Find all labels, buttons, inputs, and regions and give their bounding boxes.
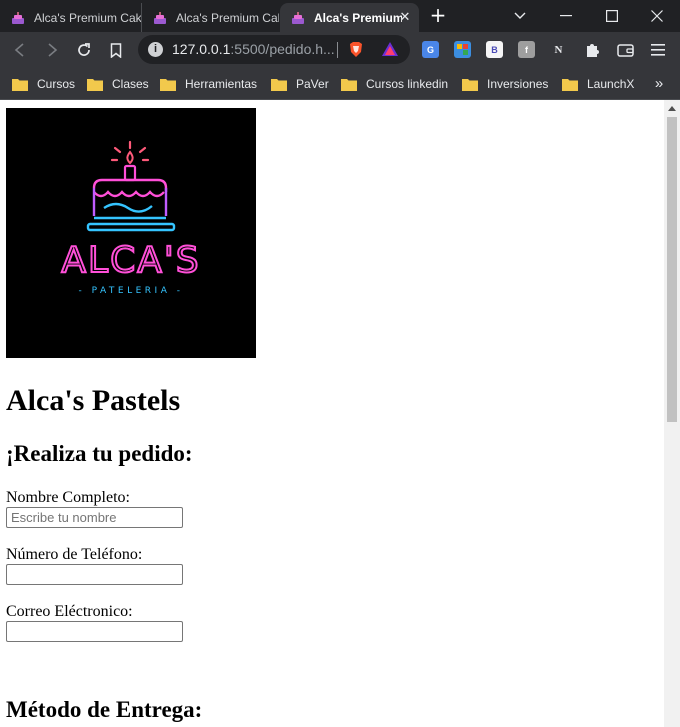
reload-button[interactable] (73, 39, 95, 61)
bookmark-folder-cursos[interactable]: Cursos (12, 74, 75, 94)
bookmarks-bar: Cursos Clases Herramientas PaVer Cursos … (0, 68, 680, 100)
extension-icon[interactable] (454, 41, 471, 58)
tab-search-button[interactable] (497, 0, 543, 32)
scrollbar-thumb[interactable] (667, 117, 677, 422)
forward-arrow-icon (48, 43, 58, 57)
puzzle-icon (587, 44, 599, 57)
address-url: 127.0.0.1:5500/pedido.h... (172, 41, 335, 57)
bookmark-folder-cursos-linkedin[interactable]: Cursos linkedin (341, 74, 448, 94)
cake-favicon-icon (154, 11, 166, 24)
brave-shields-icon[interactable] (348, 41, 364, 58)
bookmark-folder-clases[interactable]: Clases (87, 74, 149, 94)
forward-button[interactable] (41, 39, 63, 61)
reload-icon (78, 43, 90, 56)
browser-tab[interactable]: Alca's Premium Cakes (141, 3, 279, 32)
logo-tagline-text: - PATELERIA - (79, 286, 184, 296)
site-info-icon[interactable]: i (148, 42, 163, 57)
scroll-up-arrow-icon (668, 105, 676, 111)
tab-title: Alca's Premium Cakes (34, 10, 141, 25)
feedly-icon[interactable]: f (518, 41, 535, 58)
bookmark-label: Cursos (37, 77, 76, 91)
tab-title: Alca's Premium Cakes (176, 10, 279, 25)
tab-title: Alca's Premium Cakes (314, 10, 402, 25)
brave-rewards-icon[interactable] (381, 41, 399, 57)
bookmark-folder-herramientas[interactable]: Herramientas (160, 74, 257, 94)
folder-icon (562, 78, 578, 91)
phone-input[interactable] (6, 564, 183, 585)
page-scrollbar[interactable] (664, 100, 680, 727)
chevron-down-icon (514, 12, 526, 19)
close-window-button[interactable] (634, 0, 680, 32)
wallet-button[interactable] (614, 39, 636, 61)
order-heading: ¡Realiza tu pedido: (6, 441, 193, 466)
more-bookmarks-button[interactable]: » (650, 74, 668, 94)
logo-brand-text: ALCA'S (61, 240, 200, 281)
bookmark-label: LaunchX (587, 77, 635, 91)
hamburger-menu-icon (651, 44, 665, 56)
minimize-icon (560, 15, 572, 17)
folder-icon (87, 78, 103, 91)
brand-logo: ALCA'S - PATELERIA - (6, 108, 256, 358)
address-bar[interactable]: i 127.0.0.1:5500/pedido.h... (138, 35, 410, 64)
bookmark-label: PaVer (296, 77, 329, 91)
folder-icon (341, 78, 357, 91)
wallet-icon (616, 44, 634, 57)
delivery-method-heading: Método de Entrega: (6, 697, 203, 722)
back-button[interactable] (9, 39, 31, 61)
bookmark-icon (110, 42, 122, 58)
bookmark-folder-paver[interactable]: PaVer (271, 74, 329, 94)
tab-strip: Alca's Premium Cakes Alca's Premium Cake… (0, 0, 680, 32)
new-tab-button[interactable]: + (428, 5, 448, 25)
bookmark-page-button[interactable] (105, 39, 127, 61)
email-input[interactable] (6, 621, 183, 642)
name-input[interactable] (6, 507, 183, 528)
bookmark-folder-inversiones[interactable]: Inversiones (462, 74, 548, 94)
folder-icon (12, 78, 28, 91)
maximize-button[interactable] (589, 0, 635, 32)
name-label: Nombre Completo: (6, 489, 130, 506)
omnibox-divider (337, 42, 338, 58)
page-title: Alca's Pastels (6, 384, 181, 417)
notion-icon[interactable]: N (550, 41, 567, 58)
phone-label: Número de Teléfono: (6, 546, 143, 563)
cake-favicon-icon (292, 11, 304, 24)
bookmark-label: Herramientas (185, 77, 258, 91)
bookmark-label: Cursos linkedin (366, 77, 449, 91)
close-icon (651, 10, 663, 22)
browser-tab[interactable]: Alca's Premium Cakes (0, 3, 141, 32)
email-label: Correo Eléctronico: (6, 603, 133, 620)
close-tab-icon[interactable]: ✕ (397, 9, 413, 25)
browser-toolbar: i 127.0.0.1:5500/pedido.h... G B f N (0, 32, 680, 68)
folder-icon (462, 78, 478, 91)
bold-b-icon[interactable]: B (486, 41, 503, 58)
scroll-up-button[interactable] (664, 100, 680, 116)
neon-cake-logo-image: ALCA'S - PATELERIA - (60, 140, 200, 296)
bookmark-label: Inversiones (487, 77, 549, 91)
cake-favicon-icon (12, 11, 24, 24)
page-viewport: ALCA'S - PATELERIA - Alca's Pastels ¡Rea… (0, 100, 664, 727)
bookmark-label: Clases (112, 77, 149, 91)
maximize-icon (606, 10, 618, 22)
folder-icon (271, 78, 287, 91)
minimize-button[interactable] (543, 0, 589, 32)
browser-tab-active[interactable]: Alca's Premium Cakes ✕ (280, 3, 419, 32)
bookmark-folder-launchx[interactable]: LaunchX (562, 74, 634, 94)
folder-icon (160, 78, 176, 91)
back-arrow-icon (14, 43, 24, 57)
extensions-button[interactable] (581, 39, 603, 61)
menu-button[interactable] (647, 39, 669, 61)
google-translate-icon[interactable]: G (422, 41, 439, 58)
